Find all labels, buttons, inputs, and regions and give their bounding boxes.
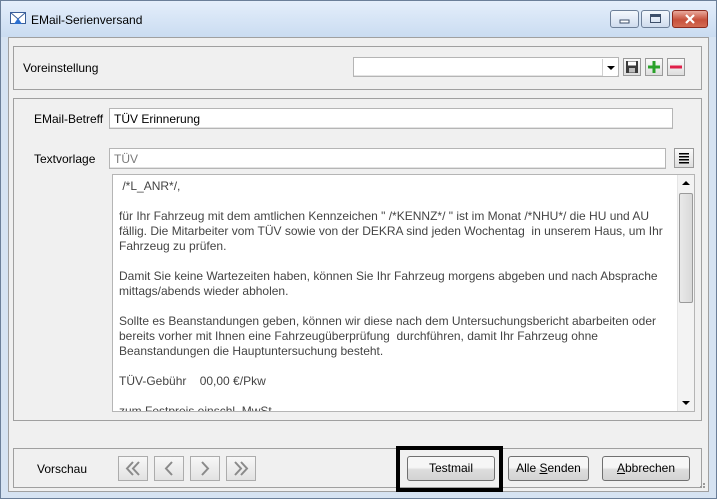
add-icon <box>648 61 660 73</box>
preset-combobox[interactable] <box>353 57 619 77</box>
subject-input[interactable]: TÜV Erinnerung <box>109 108 673 129</box>
remove-preset-button[interactable] <box>667 58 685 76</box>
first-record-button[interactable] <box>118 456 148 481</box>
remove-icon <box>670 65 682 69</box>
next-record-button[interactable] <box>190 456 220 481</box>
email-body-text: /*L_ANR*/, für Ihr Fahrzeug mit dem amtl… <box>119 179 663 412</box>
close-button[interactable] <box>672 10 708 28</box>
send-all-prefix: Alle <box>516 461 540 475</box>
first-icon <box>125 461 140 476</box>
testmail-highlight-box <box>396 446 503 492</box>
arrow-down-icon <box>682 401 690 405</box>
chevron-down-icon[interactable] <box>602 59 617 76</box>
subject-value: TÜV Erinnerung <box>114 112 201 126</box>
window-title: EMail-Serienversand <box>31 13 143 27</box>
arrow-up-icon <box>682 181 690 185</box>
title-bar: EMail-Serienversand <box>1 1 716 37</box>
dialog-body: Voreinstellung EMail-Betreff TÜV Erinner… <box>8 37 709 492</box>
email-body-textarea[interactable]: /*L_ANR*/, für Ihr Fahrzeug mit dem amtl… <box>112 174 695 412</box>
subject-label: EMail-Betreff <box>34 112 104 126</box>
cancel-accesskey: A <box>616 461 625 475</box>
template-list-button[interactable] <box>674 148 694 168</box>
preset-label: Voreinstellung <box>23 61 99 75</box>
save-icon <box>626 61 638 73</box>
maximize-icon <box>650 14 661 23</box>
last-icon <box>234 461 249 476</box>
footer-group: Vorschau <box>13 448 702 488</box>
cancel-suffix: bbrechen <box>624 461 676 475</box>
minimize-button[interactable] <box>610 10 639 28</box>
app-window: EMail-Serienversand Voreinstellung EMail… <box>0 0 717 499</box>
preset-group: Voreinstellung <box>13 46 702 90</box>
close-icon <box>685 14 695 24</box>
minimize-icon <box>619 19 630 24</box>
cancel-button[interactable]: Abbrechen <box>602 456 690 481</box>
template-label: Textvorlage <box>34 152 96 166</box>
list-icon <box>679 153 689 164</box>
scroll-down-button[interactable] <box>678 394 694 411</box>
add-preset-button[interactable] <box>645 58 663 76</box>
template-input[interactable]: TÜV <box>109 148 666 169</box>
prev-icon <box>164 461 173 476</box>
next-icon <box>201 461 210 476</box>
previous-record-button[interactable] <box>154 456 184 481</box>
preview-label: Vorschau <box>37 462 88 476</box>
vertical-scrollbar[interactable] <box>677 175 694 411</box>
template-value: TÜV <box>114 152 138 166</box>
scroll-up-button[interactable] <box>678 175 694 192</box>
save-preset-button[interactable] <box>623 58 641 76</box>
scroll-thumb[interactable] <box>679 193 693 303</box>
send-all-button[interactable]: Alle Senden <box>508 456 589 481</box>
send-all-suffix: enden <box>547 461 581 475</box>
app-mail-icon <box>10 12 26 24</box>
resize-grip-icon[interactable] <box>696 479 706 489</box>
last-record-button[interactable] <box>226 456 256 481</box>
maximize-button[interactable] <box>641 10 670 28</box>
